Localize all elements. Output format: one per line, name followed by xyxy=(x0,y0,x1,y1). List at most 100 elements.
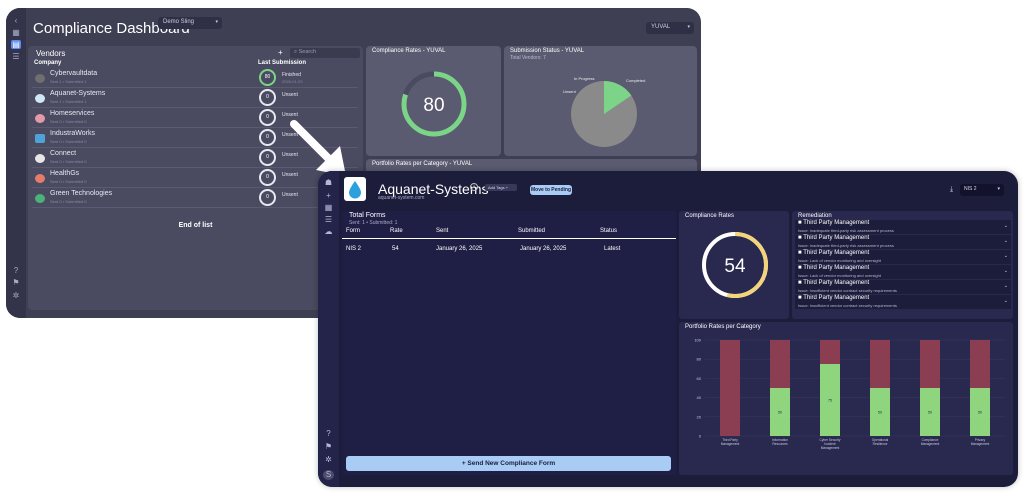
remediation-item[interactable]: ■ Third Party Management Issue: Lack of … xyxy=(795,250,1011,264)
org-select[interactable]: Demo Sling ▾ xyxy=(158,17,222,29)
collapse-icon[interactable]: ‹ xyxy=(11,16,21,25)
vendor-score: 0 xyxy=(259,189,276,206)
forms-title: Total Forms xyxy=(349,212,386,219)
vendor-logo xyxy=(344,177,366,201)
remediation-item[interactable]: ■ Third Party Management Issue: Lack of … xyxy=(795,265,1011,279)
remediation-card: Remediation ■ Third Party Management Iss… xyxy=(792,211,1013,319)
x-tick-label: Privacy Management xyxy=(971,438,990,446)
y-tick-label: 0 xyxy=(699,434,702,439)
bar-segment xyxy=(820,340,840,364)
portfolio-rates-card: Portfolio Rates per Category 0 20 40 60 80 10… xyxy=(679,322,1013,475)
vendor-detail-window: ☗ + ▦ ☰ ☁ ? ⚑ ✲ S Aquanet-Systems aquane… xyxy=(318,171,1018,487)
remediation-item[interactable]: ■ Third Party Management Issue: Inadequa… xyxy=(795,220,1011,234)
chevron-down-icon: ⌄ xyxy=(1003,253,1008,259)
compliance-rates-card: Compliance Rates 54 xyxy=(679,211,789,319)
chevron-down-icon: ⌄ xyxy=(1003,238,1008,244)
vendor-row[interactable]: Cybervaultdata Sent 1 • Submitted 1 80 F… xyxy=(32,68,358,88)
move-to-pending-button[interactable]: Move to Pending xyxy=(530,185,572,195)
submission-status-card: Submission Status - YUVAL Total Vendors:… xyxy=(504,46,697,156)
col-status: Status xyxy=(600,228,618,234)
vendors-icon[interactable]: ☗ xyxy=(323,178,334,188)
forms-subtitle: Sent: 1 • Submitted: 1 xyxy=(349,220,398,226)
vendor-name: HealthGs xyxy=(50,170,80,177)
card-title: Portfolio Rates per Category xyxy=(685,324,761,330)
gauge-value: 54 xyxy=(724,256,746,277)
y-tick-label: 80 xyxy=(697,357,702,362)
vendor-logo xyxy=(35,174,45,183)
grid-icon[interactable]: ▦ xyxy=(323,203,334,213)
pie-label: Unsent xyxy=(563,89,577,94)
vendor-name: IndustraWorks xyxy=(50,130,95,137)
send-new-form-button[interactable]: + Send New Compliance Form xyxy=(346,456,671,471)
vendor-counts: Sent 1 • Submitted 1 xyxy=(50,79,87,84)
y-tick-label: 60 xyxy=(697,376,702,381)
total-forms-panel: Total Forms Sent: 1 • Submitted: 1 Form … xyxy=(342,211,676,475)
vendor-name: Cybervaultdata xyxy=(50,70,98,77)
download-icon[interactable]: ⤓ xyxy=(950,186,953,194)
vendor-logo xyxy=(35,114,45,123)
settings-icon[interactable]: ✲ xyxy=(323,455,334,465)
help-icon[interactable]: ? xyxy=(11,266,21,275)
chevron-down-icon: ⌄ xyxy=(1003,223,1008,229)
info-icon[interactable]: i xyxy=(470,183,478,191)
bar-segment xyxy=(770,340,790,388)
flag-icon[interactable]: ⚑ xyxy=(11,278,21,287)
remediation-item[interactable]: ■ Third Party Management Issue: Inadequa… xyxy=(795,235,1011,249)
cell-form: NIS 2 xyxy=(346,246,362,252)
add-tags-button[interactable]: Add Tags + xyxy=(485,184,517,191)
avatar[interactable]: S xyxy=(323,470,334,480)
flag-icon[interactable]: ⚑ xyxy=(323,442,334,452)
chevron-down-icon: ⌄ xyxy=(1003,298,1008,304)
bar-segment xyxy=(920,340,940,388)
help-icon[interactable]: ? xyxy=(323,429,334,439)
vendor-date: 2025-01-23 xyxy=(282,79,303,84)
vendor-url[interactable]: aquanet-system.com xyxy=(378,195,424,201)
bar-segment xyxy=(870,340,890,388)
add-vendor-button[interactable]: + xyxy=(278,48,283,57)
chevron-down-icon: ⌄ xyxy=(1003,268,1008,274)
chevron-down-icon: ⌄ xyxy=(1003,283,1008,289)
vendor-counts: Sent 0 • Submitted 0 xyxy=(50,159,87,164)
add-icon[interactable]: + xyxy=(323,191,334,201)
vendor-status: Unsent xyxy=(282,92,298,98)
dashboard-icon[interactable]: ▤ xyxy=(11,40,21,49)
card-title: Submission Status - YUVAL xyxy=(510,48,585,54)
vendor-counts: Sent 0 • Submitted 0 xyxy=(50,199,87,204)
card-title: Portfolio Rates per Category - YUVAL xyxy=(372,161,473,167)
cell-rate: 54 xyxy=(392,246,399,252)
vendor-search-input[interactable]: ⌕ Search xyxy=(290,48,360,58)
vendor-counts: Sent 0 • Submitted 0 xyxy=(50,179,87,184)
user-select[interactable]: YUVAL ▾ xyxy=(646,22,694,34)
vendor-score: 0 xyxy=(259,109,276,126)
vendor-logo xyxy=(35,134,45,143)
cloud-icon[interactable]: ☁ xyxy=(323,227,334,237)
remediation-item[interactable]: ■ Third Party Management Issue: Insuffic… xyxy=(795,280,1011,294)
list-icon[interactable]: ☰ xyxy=(323,215,334,225)
x-tick-label: Operational Resilience xyxy=(872,438,889,446)
vendor-row[interactable]: Aquanet-Systems Sent 1 • Submitted 1 0 U… xyxy=(32,88,358,108)
col-rate: Rate xyxy=(390,228,403,234)
submission-pie: In Progress Completed Unsent xyxy=(563,76,645,147)
y-tick-label: 40 xyxy=(697,395,702,400)
vendors-icon[interactable]: ☰ xyxy=(11,52,21,61)
card-title: Compliance Rates - YUVAL xyxy=(372,48,446,54)
x-tick-label: Cyber Security Incident Management xyxy=(820,438,841,450)
data-label: 50 xyxy=(878,411,882,415)
bar-segment xyxy=(720,340,740,436)
settings-icon[interactable]: ✲ xyxy=(11,291,21,300)
vendor-logo xyxy=(35,74,45,83)
pie-label: Completed xyxy=(626,78,645,83)
remediation-item[interactable]: ■ Third Party Management Issue: Insuffic… xyxy=(795,295,1011,309)
vendor-score: 0 xyxy=(259,149,276,166)
end-of-list: End of list xyxy=(178,222,213,229)
header-divider xyxy=(342,238,676,239)
cell-status: Latest xyxy=(604,246,621,252)
card-title: Remediation xyxy=(798,213,832,219)
framework-select[interactable]: NIS 2 ▾ xyxy=(960,184,1004,196)
col-submitted: Submitted xyxy=(518,228,546,234)
grid-icon[interactable]: ▦ xyxy=(11,28,21,37)
vendor-score: 0 xyxy=(259,89,276,106)
col-form: Form xyxy=(346,228,360,234)
vendor-row[interactable]: Green Technologies Sent 0 • Submitted 0 … xyxy=(32,188,358,208)
vendor-counts: Sent 0 • Submitted 0 xyxy=(50,119,87,124)
